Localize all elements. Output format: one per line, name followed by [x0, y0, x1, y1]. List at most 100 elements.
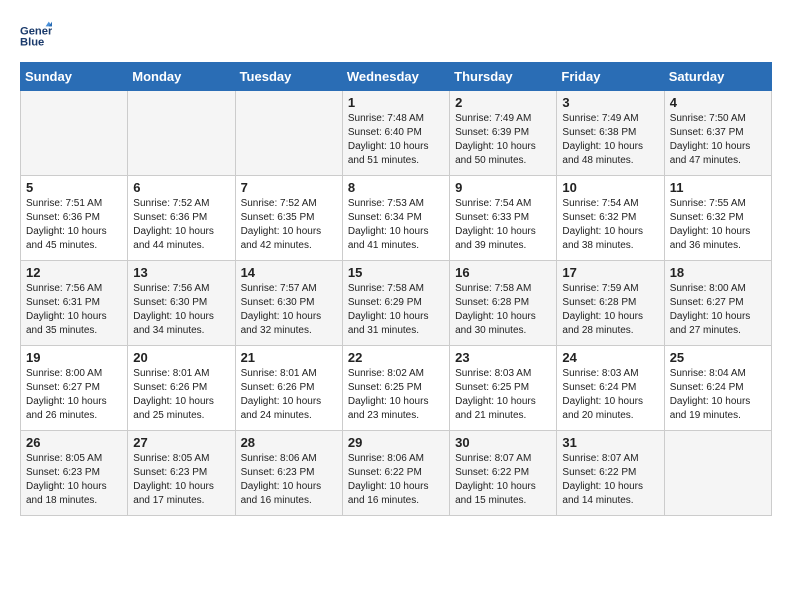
day-cell: 26 Sunrise: 8:05 AM Sunset: 6:23 PM Dayli… [21, 431, 128, 516]
day-info: Sunrise: 8:05 AM Sunset: 6:23 PM Dayligh… [26, 452, 122, 508]
day-info: Sunrise: 7:58 AM Sunset: 6:29 PM Dayligh… [348, 282, 444, 338]
calendar-header: SundayMondayTuesdayWednesdayThursdayFrid… [21, 63, 772, 91]
day-number: 23 [455, 350, 551, 365]
day-info: Sunrise: 7:49 AM Sunset: 6:38 PM Dayligh… [562, 112, 658, 168]
day-number: 19 [26, 350, 122, 365]
day-number: 4 [670, 95, 766, 110]
day-info: Sunrise: 7:54 AM Sunset: 6:32 PM Dayligh… [562, 197, 658, 253]
day-cell: 5 Sunrise: 7:51 AM Sunset: 6:36 PM Daylig… [21, 176, 128, 261]
day-number: 27 [133, 435, 229, 450]
day-cell: 10 Sunrise: 7:54 AM Sunset: 6:32 PM Dayli… [557, 176, 664, 261]
day-number: 1 [348, 95, 444, 110]
col-header-thursday: Thursday [450, 63, 557, 91]
day-number: 16 [455, 265, 551, 280]
day-number: 6 [133, 180, 229, 195]
day-cell: 9Sunrise: 7:54 AM Sunset: 6:33 PM Daylig… [450, 176, 557, 261]
day-cell: 22 Sunrise: 8:02 AM Sunset: 6:25 PM Dayli… [342, 346, 449, 431]
day-info: Sunrise: 8:07 AM Sunset: 6:22 PM Dayligh… [455, 452, 551, 508]
day-number: 3 [562, 95, 658, 110]
day-info: Sunrise: 7:58 AM Sunset: 6:28 PM Dayligh… [455, 282, 551, 338]
day-cell: 7Sunrise: 7:52 AM Sunset: 6:35 PM Daylig… [235, 176, 342, 261]
day-info: Sunrise: 8:03 AM Sunset: 6:25 PM Dayligh… [455, 367, 551, 423]
day-info: Sunrise: 8:06 AM Sunset: 6:22 PM Dayligh… [348, 452, 444, 508]
day-cell [235, 91, 342, 176]
day-cell: 6 Sunrise: 7:52 AM Sunset: 6:36 PM Daylig… [128, 176, 235, 261]
day-number: 17 [562, 265, 658, 280]
day-cell [664, 431, 771, 516]
day-number: 22 [348, 350, 444, 365]
day-info: Sunrise: 7:52 AM Sunset: 6:36 PM Dayligh… [133, 197, 229, 253]
week-row-1: 1Sunrise: 7:48 AM Sunset: 6:40 PM Daylig… [21, 91, 772, 176]
day-cell: 19 Sunrise: 8:00 AM Sunset: 6:27 PM Dayli… [21, 346, 128, 431]
day-cell: 31 Sunrise: 8:07 AM Sunset: 6:22 PM Dayli… [557, 431, 664, 516]
col-header-saturday: Saturday [664, 63, 771, 91]
day-number: 26 [26, 435, 122, 450]
day-info: Sunrise: 7:52 AM Sunset: 6:35 PM Dayligh… [241, 197, 337, 253]
day-cell: 1Sunrise: 7:48 AM Sunset: 6:40 PM Daylig… [342, 91, 449, 176]
day-info: Sunrise: 8:07 AM Sunset: 6:22 PM Dayligh… [562, 452, 658, 508]
day-cell: 13Sunrise: 7:56 AM Sunset: 6:30 PM Dayli… [128, 261, 235, 346]
day-number: 10 [562, 180, 658, 195]
day-info: Sunrise: 8:00 AM Sunset: 6:27 PM Dayligh… [26, 367, 122, 423]
calendar-table: SundayMondayTuesdayWednesdayThursdayFrid… [20, 62, 772, 516]
col-header-friday: Friday [557, 63, 664, 91]
day-number: 30 [455, 435, 551, 450]
day-cell: 11 Sunrise: 7:55 AM Sunset: 6:32 PM Dayli… [664, 176, 771, 261]
day-info: Sunrise: 8:03 AM Sunset: 6:24 PM Dayligh… [562, 367, 658, 423]
day-info: Sunrise: 7:50 AM Sunset: 6:37 PM Dayligh… [670, 112, 766, 168]
week-row-5: 26 Sunrise: 8:05 AM Sunset: 6:23 PM Dayli… [21, 431, 772, 516]
col-header-sunday: Sunday [21, 63, 128, 91]
day-number: 14 [241, 265, 337, 280]
day-info: Sunrise: 7:51 AM Sunset: 6:36 PM Dayligh… [26, 197, 122, 253]
day-cell: 20 Sunrise: 8:01 AM Sunset: 6:26 PM Dayli… [128, 346, 235, 431]
day-info: Sunrise: 8:02 AM Sunset: 6:25 PM Dayligh… [348, 367, 444, 423]
day-cell [21, 91, 128, 176]
day-info: Sunrise: 8:01 AM Sunset: 6:26 PM Dayligh… [133, 367, 229, 423]
day-number: 20 [133, 350, 229, 365]
day-info: Sunrise: 7:49 AM Sunset: 6:39 PM Dayligh… [455, 112, 551, 168]
day-number: 31 [562, 435, 658, 450]
day-cell: 3 Sunrise: 7:49 AM Sunset: 6:38 PM Daylig… [557, 91, 664, 176]
day-number: 5 [26, 180, 122, 195]
day-cell [128, 91, 235, 176]
day-number: 18 [670, 265, 766, 280]
header: General Blue [20, 20, 772, 52]
logo-icon: General Blue [20, 20, 52, 52]
day-number: 29 [348, 435, 444, 450]
day-number: 9 [455, 180, 551, 195]
day-cell: 27 Sunrise: 8:05 AM Sunset: 6:23 PM Dayli… [128, 431, 235, 516]
day-number: 21 [241, 350, 337, 365]
calendar-body: 1Sunrise: 7:48 AM Sunset: 6:40 PM Daylig… [21, 91, 772, 516]
day-cell: 8 Sunrise: 7:53 AM Sunset: 6:34 PM Daylig… [342, 176, 449, 261]
day-cell: 25Sunrise: 8:04 AM Sunset: 6:24 PM Dayli… [664, 346, 771, 431]
col-header-monday: Monday [128, 63, 235, 91]
day-info: Sunrise: 7:57 AM Sunset: 6:30 PM Dayligh… [241, 282, 337, 338]
day-cell: 16 Sunrise: 7:58 AM Sunset: 6:28 PM Dayli… [450, 261, 557, 346]
day-cell: 12Sunrise: 7:56 AM Sunset: 6:31 PM Dayli… [21, 261, 128, 346]
col-header-tuesday: Tuesday [235, 63, 342, 91]
day-info: Sunrise: 7:55 AM Sunset: 6:32 PM Dayligh… [670, 197, 766, 253]
week-row-3: 12Sunrise: 7:56 AM Sunset: 6:31 PM Dayli… [21, 261, 772, 346]
day-cell: 2 Sunrise: 7:49 AM Sunset: 6:39 PM Daylig… [450, 91, 557, 176]
col-header-wednesday: Wednesday [342, 63, 449, 91]
week-row-4: 19 Sunrise: 8:00 AM Sunset: 6:27 PM Dayli… [21, 346, 772, 431]
day-cell: 28Sunrise: 8:06 AM Sunset: 6:23 PM Dayli… [235, 431, 342, 516]
day-cell: 4 Sunrise: 7:50 AM Sunset: 6:37 PM Daylig… [664, 91, 771, 176]
day-info: Sunrise: 8:05 AM Sunset: 6:23 PM Dayligh… [133, 452, 229, 508]
day-info: Sunrise: 7:59 AM Sunset: 6:28 PM Dayligh… [562, 282, 658, 338]
day-number: 8 [348, 180, 444, 195]
day-cell: 23 Sunrise: 8:03 AM Sunset: 6:25 PM Dayli… [450, 346, 557, 431]
day-info: Sunrise: 7:53 AM Sunset: 6:34 PM Dayligh… [348, 197, 444, 253]
day-number: 12 [26, 265, 122, 280]
day-cell: 15Sunrise: 7:58 AM Sunset: 6:29 PM Dayli… [342, 261, 449, 346]
day-number: 2 [455, 95, 551, 110]
day-cell: 14 Sunrise: 7:57 AM Sunset: 6:30 PM Dayli… [235, 261, 342, 346]
logo: General Blue [20, 20, 56, 52]
day-number: 25 [670, 350, 766, 365]
day-cell: 21Sunrise: 8:01 AM Sunset: 6:26 PM Dayli… [235, 346, 342, 431]
day-cell: 29 Sunrise: 8:06 AM Sunset: 6:22 PM Dayli… [342, 431, 449, 516]
day-info: Sunrise: 8:00 AM Sunset: 6:27 PM Dayligh… [670, 282, 766, 338]
day-cell: 18 Sunrise: 8:00 AM Sunset: 6:27 PM Dayli… [664, 261, 771, 346]
day-number: 11 [670, 180, 766, 195]
day-cell: 30 Sunrise: 8:07 AM Sunset: 6:22 PM Dayli… [450, 431, 557, 516]
